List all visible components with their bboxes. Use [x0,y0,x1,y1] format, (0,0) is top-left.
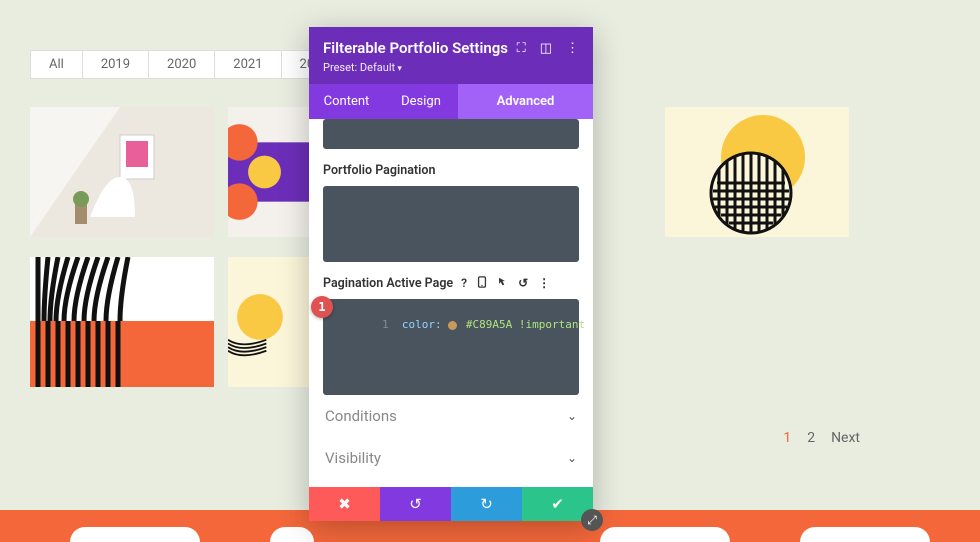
color-swatch-icon [448,321,457,330]
page-1[interactable]: 1 [783,430,791,446]
decoration [270,527,314,542]
tab-design[interactable]: Design [384,84,458,119]
modal-header[interactable]: Filterable Portfolio Settings Preset: De… [309,27,593,84]
kebab-menu-icon[interactable]: ⋮ [538,276,550,291]
resize-handle-icon[interactable]: ⤢ [581,509,603,531]
portfolio-item[interactable] [228,107,312,237]
css-input-previous[interactable] [323,119,579,149]
cancel-button[interactable]: ✖ [309,487,380,521]
decoration [600,527,730,542]
decoration [70,527,200,542]
css-hex: #C89A5A [466,318,512,331]
accordion-visibility[interactable]: Visibility ⌄ [323,437,579,479]
expand-icon[interactable]: ⛶ [517,41,526,56]
redo-button[interactable]: ↻ [451,487,522,521]
portfolio-item[interactable] [30,107,214,237]
css-property: color: [402,318,442,331]
css-input-pagination-active-page[interactable]: 1 1 color: #C89A5A !important; [323,299,579,395]
portfolio-item[interactable] [228,257,312,387]
field-label-portfolio-pagination: Portfolio Pagination [323,163,579,178]
help-icon[interactable]: ? [461,276,467,291]
portfolio-item[interactable] [665,107,849,237]
css-important: !important [519,318,585,331]
line-number: 1 [382,318,389,331]
tab-bar: Content Design Advanced [309,84,593,119]
snap-icon[interactable]: ◫ [540,41,552,56]
accordion-conditions[interactable]: Conditions ⌄ [323,395,579,437]
filter-2019[interactable]: 2019 [83,50,149,79]
css-semicolon: ; [585,318,593,331]
responsive-icon[interactable] [477,276,487,291]
portfolio-item[interactable] [30,257,214,387]
filter-2021[interactable]: 2021 [215,50,281,79]
portfolio-pagination: 1 2 Next [783,430,860,446]
kebab-menu-icon[interactable]: ⋮ [566,41,579,56]
page-next[interactable]: Next [831,430,860,446]
tab-content[interactable]: Content [309,84,384,119]
settings-modal: Filterable Portfolio Settings Preset: De… [309,27,593,521]
css-input-portfolio-pagination[interactable] [323,186,579,262]
modal-footer: ✖ ↺ ↻ ✔ [309,487,593,521]
tab-advanced[interactable]: Advanced [458,84,593,119]
filter-2020[interactable]: 2020 [149,50,215,79]
preset-dropdown[interactable]: Preset: Default [323,61,508,74]
hover-icon[interactable] [497,276,508,291]
filter-all[interactable]: All [30,50,83,79]
undo-button[interactable]: ↺ [380,487,451,521]
decoration [800,527,930,542]
chevron-down-icon: ⌄ [567,409,577,423]
modal-body: Portfolio Pagination Pagination Active P… [309,119,593,487]
page-2[interactable]: 2 [807,430,815,446]
reset-icon[interactable]: ↺ [518,276,528,291]
modal-title: Filterable Portfolio Settings [323,39,508,57]
field-label-pagination-active-page: Pagination Active Page ? ↺ ⋮ [323,276,579,291]
step-badge: 1 [311,296,333,318]
chevron-down-icon: ⌄ [567,451,577,465]
